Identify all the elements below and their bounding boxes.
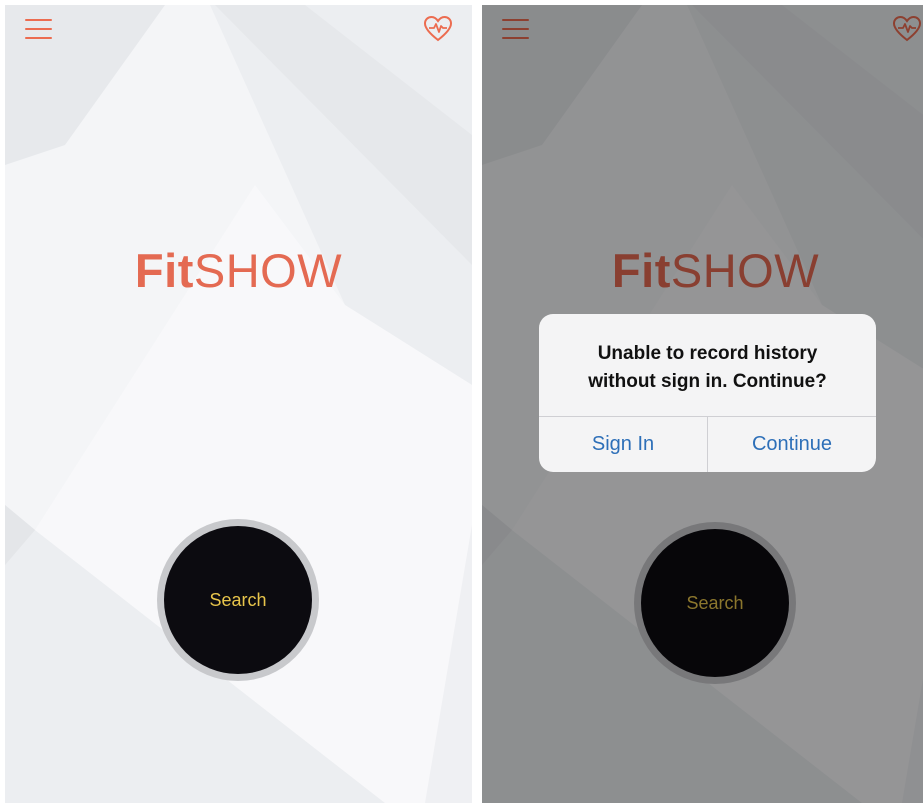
background-paper-art [5,5,472,803]
app-screen-home: FitSHOW Search [5,5,472,803]
continue-button[interactable]: Continue [708,417,876,472]
search-button-ring: Search [157,519,319,681]
hamburger-menu-icon[interactable] [25,17,52,41]
alert-message-line-2: without sign in. Continue? [588,371,827,392]
app-screen-home-with-alert: FitSHOW Search Unable to record history … [482,5,923,803]
logo-show-text: SHOW [193,244,343,297]
search-button[interactable]: Search [164,526,312,674]
logo-fit-text: Fit [134,244,194,297]
heart-pulse-icon[interactable] [423,15,453,43]
sign-in-alert-dialog: Unable to record history without sign in… [539,314,876,472]
alert-message: Unable to record history without sign in… [539,340,876,396]
sign-in-button[interactable]: Sign In [539,417,707,472]
alert-message-line-1: Unable to record history [597,343,818,364]
fitshow-logo: FitSHOW [5,243,472,299]
